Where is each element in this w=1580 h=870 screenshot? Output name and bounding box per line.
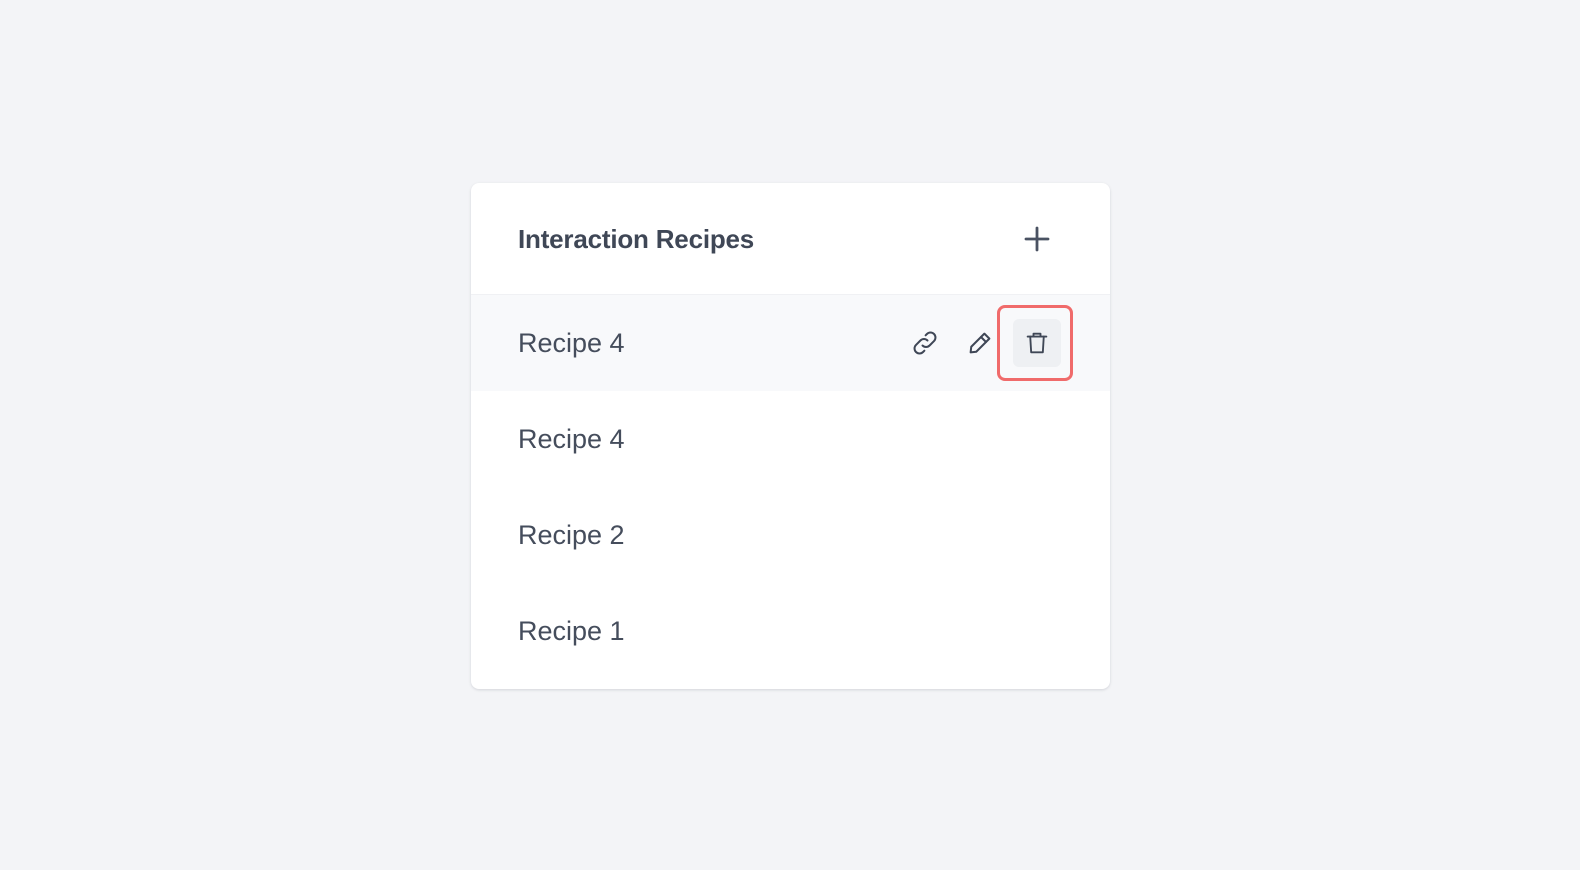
plus-icon	[1024, 226, 1050, 252]
recipe-row[interactable]: Recipe 2	[471, 487, 1110, 583]
recipe-label: Recipe 1	[518, 616, 625, 646]
copy-link-button[interactable]	[901, 319, 949, 367]
delete-button[interactable]	[1013, 319, 1061, 367]
recipe-label: Recipe 4	[518, 424, 625, 454]
recipe-row[interactable]: Recipe 1	[471, 583, 1110, 679]
panel-title: Interaction Recipes	[518, 224, 755, 254]
recipe-label: Recipe 2	[518, 520, 625, 550]
panel-header: Interaction Recipes	[471, 183, 1110, 295]
edit-button[interactable]	[956, 319, 1004, 367]
add-recipe-button[interactable]	[1013, 215, 1061, 263]
trash-icon	[1026, 332, 1048, 354]
recipe-row[interactable]: Recipe 4	[471, 391, 1110, 487]
row-actions	[471, 295, 1110, 391]
pencil-icon	[969, 332, 991, 354]
recipe-row[interactable]: Recipe 4	[471, 295, 1110, 391]
recipes-panel: Interaction Recipes Recipe 4 Recipe 4 Re…	[471, 183, 1110, 689]
recipe-list: Recipe 4 Recipe 4 Recipe 2 Recipe 1	[471, 295, 1110, 679]
link-icon	[913, 331, 937, 355]
